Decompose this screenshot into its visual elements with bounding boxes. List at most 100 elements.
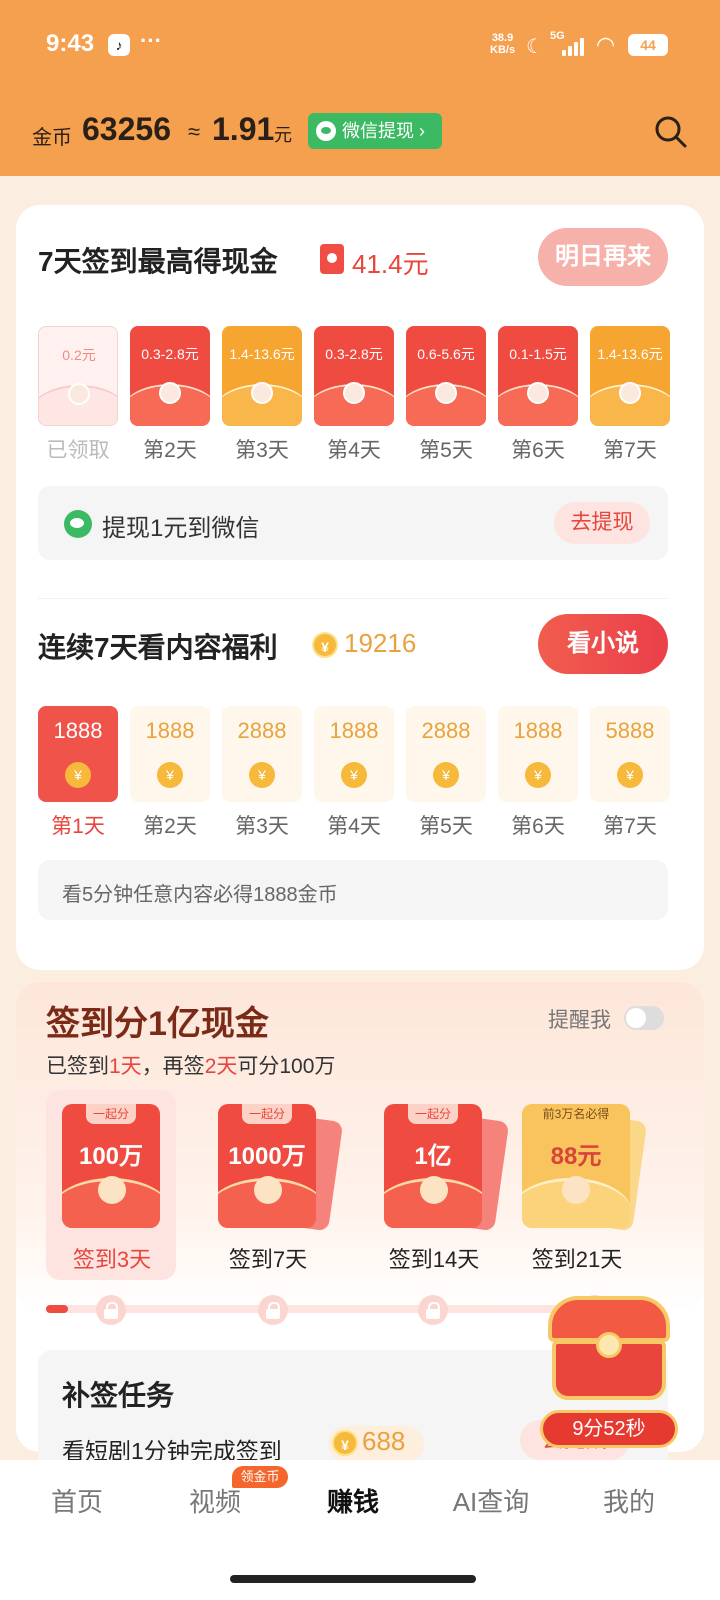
nav-item[interactable]: 我的 <box>574 1482 684 1519</box>
nav-item[interactable]: 赚钱 <box>298 1482 408 1519</box>
task-coins-pill: ¥ 688 <box>328 1426 424 1462</box>
watch-coins-total: 19216 <box>344 628 417 658</box>
watch-day-coins: 1888 <box>145 718 195 743</box>
envelope-seal-icon <box>68 383 90 405</box>
chest-timer[interactable]: 9分52秒 <box>540 1410 678 1448</box>
wechat-withdraw-button[interactable]: 微信提现 › <box>308 113 442 149</box>
checkin-day-envelope[interactable]: 0.6-5.6元 <box>406 326 486 426</box>
checkin-day-label: 第6天 <box>511 439 565 462</box>
coin-balance: 63256 <box>82 111 171 147</box>
envelope-amount: 0.6-5.6元 <box>417 346 475 362</box>
watch-day-label: 第2天 <box>143 815 197 838</box>
cash-unit: 元 <box>274 125 292 145</box>
lock-icon <box>258 1295 288 1325</box>
reward-sign-label: 签到21天 <box>531 1247 623 1272</box>
coin-icon: ¥ <box>525 762 551 788</box>
checkin-day-label: 第5天 <box>419 439 473 462</box>
read-novel-button[interactable]: 看小说 <box>538 614 668 674</box>
coin-icon: ¥ <box>157 762 183 788</box>
watch-day-label: 第7天 <box>603 815 657 838</box>
reward-value: 100万 <box>78 1143 144 1170</box>
watch-day-card[interactable]: 1888 ¥ <box>498 706 578 802</box>
envelope-seal-icon <box>251 382 273 404</box>
home-indicator[interactable] <box>230 1575 476 1583</box>
remind-label: 提醒我 <box>548 1009 611 1032</box>
divider <box>38 598 668 599</box>
watch-day-label: 第3天 <box>235 815 289 838</box>
header: 金币 63256 ≈ 1.91 元 微信提现 › <box>0 105 720 165</box>
watch-day-label: 第6天 <box>511 815 565 838</box>
approx-sign: ≈ <box>188 119 201 144</box>
battery-icon: 44 <box>628 34 668 56</box>
reward-tag: 前3万名必得 <box>542 1107 610 1121</box>
wechat-withdraw-label: 微信提现 <box>342 121 414 141</box>
envelope-seal-icon <box>527 382 549 404</box>
red-packet-icon <box>320 244 344 274</box>
checkin-day-envelope[interactable]: 0.3-2.8元 <box>130 326 210 426</box>
cash-event-title: 签到分1亿现金 <box>46 1005 269 1043</box>
watch-day-coins: 2888 <box>237 718 287 743</box>
wechat-icon <box>64 510 92 538</box>
status-time: 9:43 <box>46 30 95 57</box>
checkin-day-envelope[interactable]: 0.1-1.5元 <box>498 326 578 426</box>
speed-unit: KB/s <box>490 44 516 56</box>
watch-day-card[interactable]: 2888 ¥ <box>222 706 302 802</box>
coin-icon: ¥ <box>433 762 459 788</box>
remind-toggle[interactable] <box>624 1006 664 1030</box>
watch-day-card[interactable]: 2888 ¥ <box>406 706 486 802</box>
checkin-day-envelope[interactable]: 1.4-13.6元 <box>222 326 302 426</box>
envelope-amount: 0.3-2.8元 <box>141 346 199 362</box>
reward-envelope[interactable]: 一起分 100万 <box>62 1104 160 1228</box>
status-bar: 9:43 ♪ ··· 38.9 KB/s ☾ 5G ◠ 44 <box>0 0 720 90</box>
lock-icon <box>96 1295 126 1325</box>
reward-envelope[interactable]: 一起分 1亿 <box>384 1104 482 1228</box>
checkin-day-envelope[interactable]: 0.2元 <box>38 326 118 426</box>
checkin-day-label: 第2天 <box>143 439 197 462</box>
checkin-day-label: 已领取 <box>46 439 110 462</box>
watch-day-coins: 5888 <box>605 718 655 743</box>
treasure-chest-icon[interactable] <box>544 1296 674 1406</box>
watch-hint: 看5分钟任意内容必得1888金币 <box>62 884 338 906</box>
reward-seal-icon <box>98 1176 126 1204</box>
envelope-seal-icon <box>435 382 457 404</box>
watch-day-coins: 2888 <box>421 718 471 743</box>
watch-title: 连续7天看内容福利 <box>38 632 278 663</box>
reward-envelope[interactable]: 一起分 1000万 <box>218 1104 316 1228</box>
reward-value: 1000万 <box>228 1143 306 1170</box>
watch-day-card[interactable]: 1888 ¥ <box>130 706 210 802</box>
reward-value: 88元 <box>550 1143 602 1170</box>
chevron-right-icon: › <box>419 121 426 141</box>
nav-item[interactable]: AI查询 <box>436 1482 546 1519</box>
checkin-title: 7天签到最高得现金 <box>38 246 278 277</box>
checkin-day-envelope[interactable]: 0.3-2.8元 <box>314 326 394 426</box>
reward-envelope[interactable]: 前3万名必得 88元 <box>522 1104 630 1228</box>
progress-fill <box>46 1305 69 1313</box>
checkin-card <box>16 205 704 970</box>
cash-balance: 1.91 <box>212 111 275 147</box>
watch-day-card[interactable]: 1888 ¥ <box>38 706 118 802</box>
dnd-moon-icon: ☾ <box>526 36 544 58</box>
envelope-amount: 1.4-13.6元 <box>229 346 295 362</box>
remaining-days: 2天 <box>204 1055 238 1078</box>
reward-seal-icon <box>562 1176 590 1204</box>
nav-item[interactable]: 首页 <box>22 1482 132 1519</box>
withdraw-button[interactable]: 去提现 <box>554 502 650 544</box>
watch-day-card[interactable]: 5888 ¥ <box>590 706 670 802</box>
withdraw-text: 提现1元到微信 <box>102 515 260 542</box>
envelope-amount: 0.3-2.8元 <box>325 346 383 362</box>
signal-icon <box>562 36 588 56</box>
envelope-amount: 0.2元 <box>62 347 96 363</box>
checkin-day-envelope[interactable]: 1.4-13.6元 <box>590 326 670 426</box>
network-speed: 38.9 KB/s <box>490 32 515 56</box>
cash-event-subtitle: 已签到1天，再签2天可分100万 <box>46 1050 335 1080</box>
watch-day-label: 第4天 <box>327 815 381 838</box>
watch-day-card[interactable]: 1888 ¥ <box>314 706 394 802</box>
search-icon[interactable] <box>654 115 688 149</box>
reward-tag: 一起分 <box>408 1104 458 1124</box>
reward-seal-icon <box>420 1176 448 1204</box>
watch-day-coins: 1888 <box>53 718 103 743</box>
coin-icon: ¥ <box>617 762 643 788</box>
come-back-tomorrow-button[interactable]: 明日再来 <box>538 228 668 286</box>
nav-badge: 领金币 <box>232 1466 288 1488</box>
tiktok-icon: ♪ <box>108 34 130 56</box>
